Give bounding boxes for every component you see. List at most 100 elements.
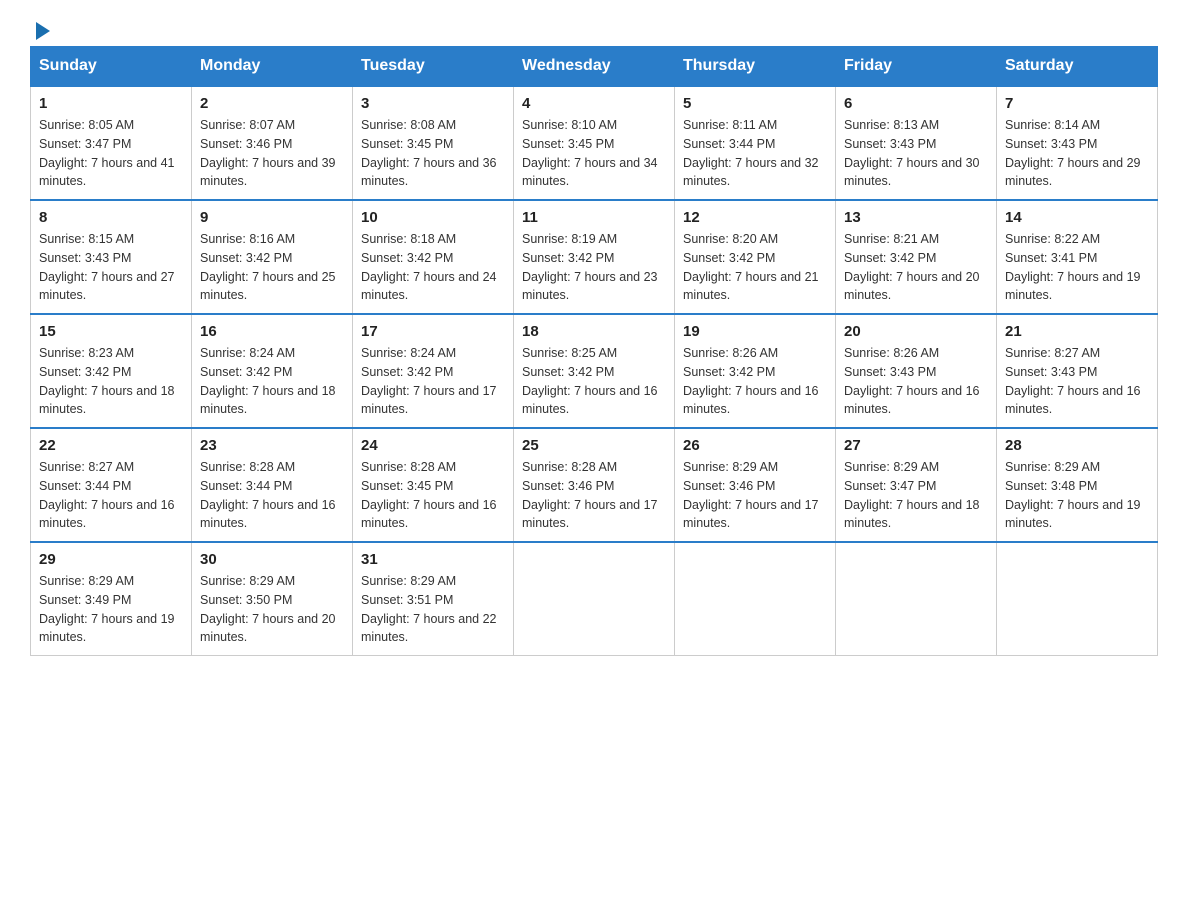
calendar-week-row: 29 Sunrise: 8:29 AMSunset: 3:49 PMDayligh…	[31, 542, 1158, 656]
calendar-day-cell: 24 Sunrise: 8:28 AMSunset: 3:45 PMDayligh…	[353, 428, 514, 542]
calendar-day-cell: 19 Sunrise: 8:26 AMSunset: 3:42 PMDayligh…	[675, 314, 836, 428]
day-number: 10	[361, 209, 505, 226]
calendar-day-cell: 3Sunrise: 8:08 AMSunset: 3:45 PMDaylight…	[353, 86, 514, 200]
day-info: Sunrise: 8:29 AMSunset: 3:51 PMDaylight:…	[361, 572, 505, 647]
day-info: Sunrise: 8:16 AMSunset: 3:42 PMDaylight:…	[200, 230, 344, 305]
day-number: 1	[39, 95, 183, 112]
calendar-day-cell	[836, 542, 997, 656]
day-info: Sunrise: 8:10 AMSunset: 3:45 PMDaylight:…	[522, 116, 666, 191]
day-info: Sunrise: 8:28 AMSunset: 3:45 PMDaylight:…	[361, 458, 505, 533]
calendar-day-cell: 17Sunrise: 8:24 AMSunset: 3:42 PMDayligh…	[353, 314, 514, 428]
day-number: 21	[1005, 323, 1149, 340]
logo-icon	[32, 20, 54, 42]
calendar-week-row: 15 Sunrise: 8:23 AMSunset: 3:42 PMDayligh…	[31, 314, 1158, 428]
day-number: 14	[1005, 209, 1149, 226]
day-number: 18	[522, 323, 666, 340]
day-info: Sunrise: 8:15 AMSunset: 3:43 PMDaylight:…	[39, 230, 183, 305]
day-number: 16	[200, 323, 344, 340]
day-info: Sunrise: 8:13 AMSunset: 3:43 PMDaylight:…	[844, 116, 988, 191]
calendar-week-row: 22 Sunrise: 8:27 AMSunset: 3:44 PMDayligh…	[31, 428, 1158, 542]
calendar-day-cell	[514, 542, 675, 656]
calendar-day-cell: 18 Sunrise: 8:25 AMSunset: 3:42 PMDayligh…	[514, 314, 675, 428]
calendar-day-cell: 7 Sunrise: 8:14 AMSunset: 3:43 PMDaylight…	[997, 86, 1158, 200]
day-info: Sunrise: 8:23 AMSunset: 3:42 PMDaylight:…	[39, 344, 183, 419]
calendar-week-row: 8 Sunrise: 8:15 AMSunset: 3:43 PMDaylight…	[31, 200, 1158, 314]
calendar-week-row: 1Sunrise: 8:05 AMSunset: 3:47 PMDaylight…	[31, 86, 1158, 200]
day-info: Sunrise: 8:20 AMSunset: 3:42 PMDaylight:…	[683, 230, 827, 305]
day-number: 29	[39, 551, 183, 568]
calendar-day-cell: 22 Sunrise: 8:27 AMSunset: 3:44 PMDayligh…	[31, 428, 192, 542]
day-info: Sunrise: 8:29 AMSunset: 3:49 PMDaylight:…	[39, 572, 183, 647]
calendar-day-cell: 2Sunrise: 8:07 AMSunset: 3:46 PMDaylight…	[192, 86, 353, 200]
calendar-day-cell	[675, 542, 836, 656]
day-info: Sunrise: 8:19 AMSunset: 3:42 PMDaylight:…	[522, 230, 666, 305]
calendar-day-cell: 31 Sunrise: 8:29 AMSunset: 3:51 PMDayligh…	[353, 542, 514, 656]
day-number: 9	[200, 209, 344, 226]
weekday-header-wednesday: Wednesday	[514, 47, 675, 87]
day-number: 17	[361, 323, 505, 340]
day-number: 23	[200, 437, 344, 454]
day-number: 8	[39, 209, 183, 226]
day-number: 22	[39, 437, 183, 454]
day-number: 15	[39, 323, 183, 340]
weekday-header-friday: Friday	[836, 47, 997, 87]
day-info: Sunrise: 8:24 AMSunset: 3:42 PMDaylight:…	[200, 344, 344, 419]
day-number: 27	[844, 437, 988, 454]
calendar-day-cell: 28Sunrise: 8:29 AMSunset: 3:48 PMDayligh…	[997, 428, 1158, 542]
calendar-day-cell: 12 Sunrise: 8:20 AMSunset: 3:42 PMDayligh…	[675, 200, 836, 314]
calendar-day-cell: 30Sunrise: 8:29 AMSunset: 3:50 PMDayligh…	[192, 542, 353, 656]
day-info: Sunrise: 8:21 AMSunset: 3:42 PMDaylight:…	[844, 230, 988, 305]
calendar-day-cell: 6 Sunrise: 8:13 AMSunset: 3:43 PMDaylight…	[836, 86, 997, 200]
day-info: Sunrise: 8:25 AMSunset: 3:42 PMDaylight:…	[522, 344, 666, 419]
day-info: Sunrise: 8:08 AMSunset: 3:45 PMDaylight:…	[361, 116, 505, 191]
calendar-day-cell: 5 Sunrise: 8:11 AMSunset: 3:44 PMDaylight…	[675, 86, 836, 200]
weekday-header-thursday: Thursday	[675, 47, 836, 87]
day-number: 26	[683, 437, 827, 454]
day-number: 28	[1005, 437, 1149, 454]
day-info: Sunrise: 8:28 AMSunset: 3:46 PMDaylight:…	[522, 458, 666, 533]
calendar-day-cell: 26Sunrise: 8:29 AMSunset: 3:46 PMDayligh…	[675, 428, 836, 542]
day-info: Sunrise: 8:28 AMSunset: 3:44 PMDaylight:…	[200, 458, 344, 533]
calendar-day-cell: 29 Sunrise: 8:29 AMSunset: 3:49 PMDayligh…	[31, 542, 192, 656]
day-number: 24	[361, 437, 505, 454]
calendar-day-cell: 27 Sunrise: 8:29 AMSunset: 3:47 PMDayligh…	[836, 428, 997, 542]
day-info: Sunrise: 8:11 AMSunset: 3:44 PMDaylight:…	[683, 116, 827, 191]
day-info: Sunrise: 8:29 AMSunset: 3:50 PMDaylight:…	[200, 572, 344, 647]
calendar-day-cell: 14 Sunrise: 8:22 AMSunset: 3:41 PMDayligh…	[997, 200, 1158, 314]
calendar-day-cell	[997, 542, 1158, 656]
weekday-header-sunday: Sunday	[31, 47, 192, 87]
day-info: Sunrise: 8:26 AMSunset: 3:42 PMDaylight:…	[683, 344, 827, 419]
day-number: 7	[1005, 95, 1149, 112]
calendar-day-cell: 20 Sunrise: 8:26 AMSunset: 3:43 PMDayligh…	[836, 314, 997, 428]
day-info: Sunrise: 8:29 AMSunset: 3:47 PMDaylight:…	[844, 458, 988, 533]
day-number: 20	[844, 323, 988, 340]
calendar-day-cell: 13 Sunrise: 8:21 AMSunset: 3:42 PMDayligh…	[836, 200, 997, 314]
page-header	[30, 20, 1158, 36]
day-info: Sunrise: 8:22 AMSunset: 3:41 PMDaylight:…	[1005, 230, 1149, 305]
day-info: Sunrise: 8:27 AMSunset: 3:43 PMDaylight:…	[1005, 344, 1149, 419]
calendar-day-cell: 21 Sunrise: 8:27 AMSunset: 3:43 PMDayligh…	[997, 314, 1158, 428]
day-number: 4	[522, 95, 666, 112]
weekday-header-monday: Monday	[192, 47, 353, 87]
day-info: Sunrise: 8:27 AMSunset: 3:44 PMDaylight:…	[39, 458, 183, 533]
day-info: Sunrise: 8:07 AMSunset: 3:46 PMDaylight:…	[200, 116, 344, 191]
day-number: 19	[683, 323, 827, 340]
calendar-day-cell: 15 Sunrise: 8:23 AMSunset: 3:42 PMDayligh…	[31, 314, 192, 428]
calendar-table: SundayMondayTuesdayWednesdayThursdayFrid…	[30, 46, 1158, 656]
weekday-header-tuesday: Tuesday	[353, 47, 514, 87]
day-number: 6	[844, 95, 988, 112]
calendar-day-cell: 16 Sunrise: 8:24 AMSunset: 3:42 PMDayligh…	[192, 314, 353, 428]
day-number: 31	[361, 551, 505, 568]
calendar-day-cell: 25Sunrise: 8:28 AMSunset: 3:46 PMDayligh…	[514, 428, 675, 542]
day-number: 12	[683, 209, 827, 226]
day-info: Sunrise: 8:26 AMSunset: 3:43 PMDaylight:…	[844, 344, 988, 419]
day-number: 5	[683, 95, 827, 112]
calendar-day-cell: 11Sunrise: 8:19 AMSunset: 3:42 PMDayligh…	[514, 200, 675, 314]
weekday-header-saturday: Saturday	[997, 47, 1158, 87]
weekday-header-row: SundayMondayTuesdayWednesdayThursdayFrid…	[31, 47, 1158, 87]
calendar-day-cell: 23 Sunrise: 8:28 AMSunset: 3:44 PMDayligh…	[192, 428, 353, 542]
calendar-day-cell: 10Sunrise: 8:18 AMSunset: 3:42 PMDayligh…	[353, 200, 514, 314]
calendar-day-cell: 8 Sunrise: 8:15 AMSunset: 3:43 PMDaylight…	[31, 200, 192, 314]
day-info: Sunrise: 8:14 AMSunset: 3:43 PMDaylight:…	[1005, 116, 1149, 191]
day-number: 13	[844, 209, 988, 226]
